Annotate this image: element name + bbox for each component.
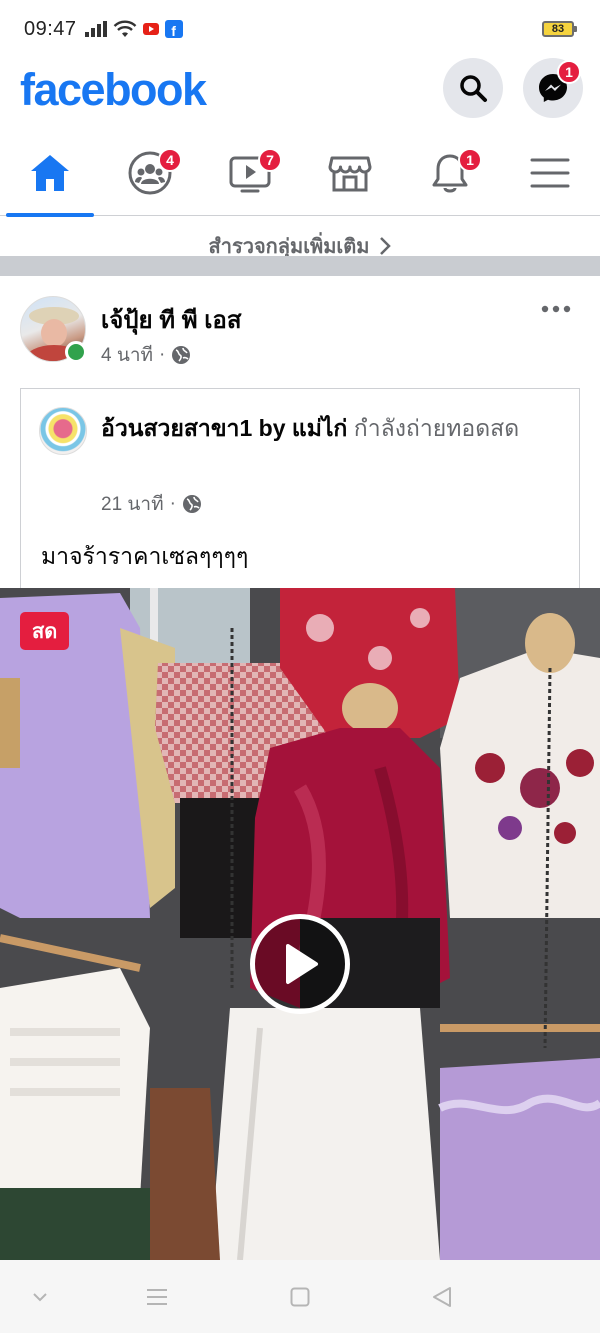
meta-dot: · [159,344,166,365]
back-triangle-icon [433,1286,451,1307]
online-status-icon [65,341,87,363]
tab-bar: 4 7 1 [0,130,600,217]
nav-collapse-button[interactable] [0,1260,80,1333]
wifi-icon [113,20,136,37]
tab-groups[interactable]: 4 [100,130,200,216]
explore-groups-label: สำรวจกลุ่มเพิ่มเติม [208,236,370,256]
square-icon [290,1287,310,1306]
page-avatar[interactable] [39,407,87,455]
more-horizontal-icon [541,305,571,313]
tab-home[interactable] [0,130,100,217]
shared-post-meta: 21 นาที · [101,489,202,519]
recents-icon [147,1288,167,1305]
home-icon [31,155,69,191]
shared-post-header: อ้วนสวยสาขา1 by แม่ไก่ กำลังถ่ายทอดสด [101,411,571,445]
messenger-badge: 1 [557,60,581,84]
chevron-down-icon [33,1292,47,1301]
post-time[interactable]: 4 นาที [101,340,153,370]
explore-groups-link[interactable]: สำรวจกลุ่มเพิ่มเติม [209,230,392,256]
tab-watch[interactable]: 7 [200,130,300,216]
tab-menu[interactable] [500,130,600,216]
app-header: facebook 1 [0,58,600,128]
nav-back-button[interactable] [402,1260,482,1333]
post-meta: 4 นาที · [101,340,191,370]
shared-page-name[interactable]: อ้วนสวยสาขา1 by แม่ไก่ [101,415,347,441]
watch-badge: 7 [258,148,282,172]
tab-marketplace[interactable] [300,130,400,216]
facebook-notification-icon: f [164,20,183,38]
play-button[interactable] [250,914,350,1014]
explore-groups-strip: สำรวจกลุ่มเพิ่มเติม [0,216,600,256]
notifications-badge: 1 [458,148,482,172]
shared-post-time[interactable]: 21 นาที [101,489,164,519]
status-icons: f [84,20,183,38]
search-button[interactable] [443,58,503,118]
store-icon [328,156,372,192]
messenger-button[interactable]: 1 [523,58,583,118]
live-badge: สด [20,612,70,650]
status-bar: 09:47 f 83 [0,0,600,58]
nav-recents-button[interactable] [117,1260,197,1333]
facebook-logo[interactable]: facebook [20,64,207,116]
post-author-name[interactable]: เจ้ปุ้ย ที พี เอส [101,300,241,339]
shared-activity: กำลังถ่ายทอดสด [347,415,520,441]
feed-separator [0,256,600,276]
tab-notifications[interactable]: 1 [400,130,500,216]
post-more-button[interactable] [536,294,576,324]
live-video[interactable]: สด [0,588,600,1260]
system-navigation-bar [0,1260,600,1333]
youtube-notification-icon [142,23,159,35]
hamburger-icon [530,158,570,188]
battery-icon: 83 [542,21,577,37]
globe-icon [172,346,191,364]
status-time: 09:47 [24,17,77,40]
groups-badge: 4 [158,148,182,172]
signal-icon [84,21,107,37]
post-text: มาจร้าราคาเซลๆๆๆๆ [41,543,249,569]
search-icon [460,75,487,102]
play-icon [286,944,318,984]
chevron-right-icon [380,237,392,255]
nav-home-button[interactable] [260,1260,340,1333]
meta-dot: · [169,493,176,514]
battery-level: 83 [551,23,565,35]
globe-icon [182,495,201,513]
shared-post-card[interactable]: อ้วนสวยสาขา1 by แม่ไก่ กำลังถ่ายทอดสด 21… [20,388,580,588]
